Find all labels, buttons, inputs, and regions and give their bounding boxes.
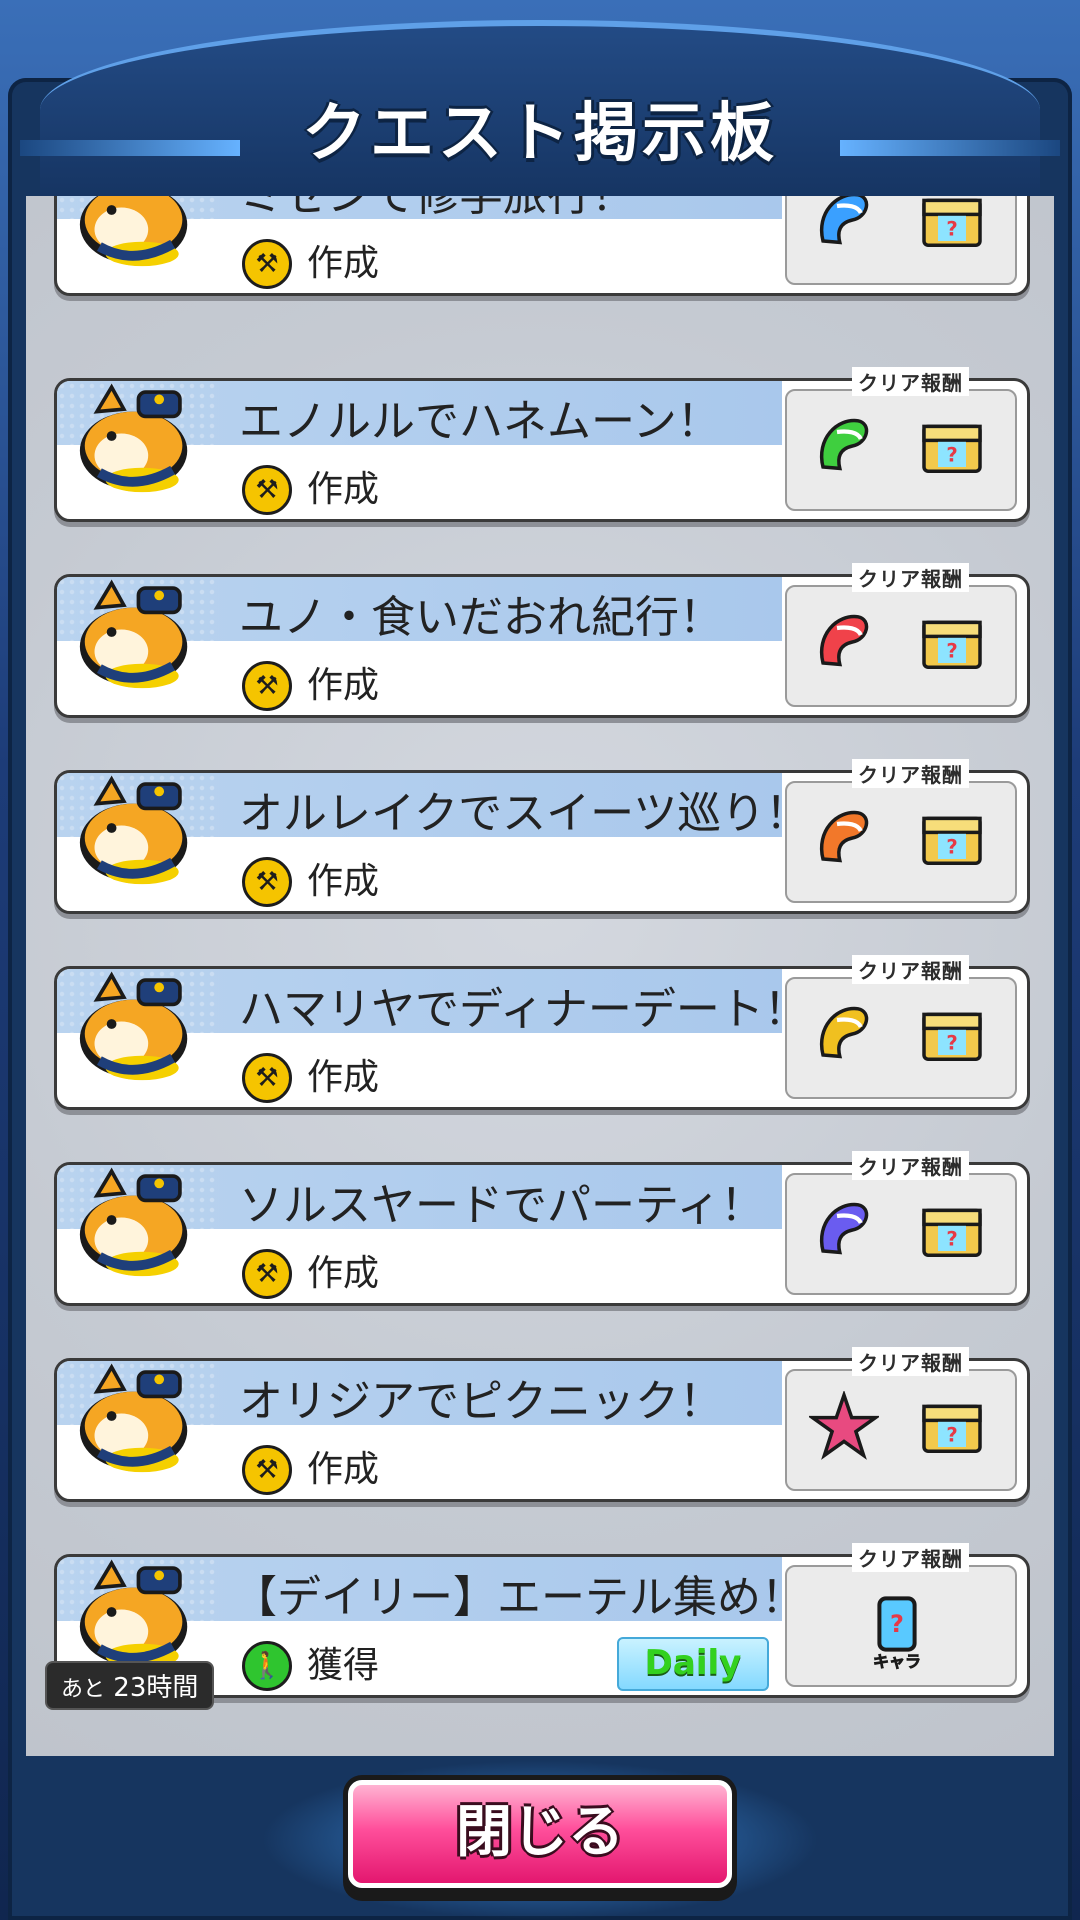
reward-label: クリア報酬 <box>852 1347 969 1376</box>
svg-text:?: ? <box>946 1031 957 1054</box>
feather-icon <box>809 196 879 255</box>
quest-card[interactable]: ソルスヤードでパーティ！ ⚒ 作成 クリア報酬 ? <box>54 1151 1030 1306</box>
timer-value: 23時間 <box>113 1673 199 1703</box>
treasure-box-icon: ? <box>917 411 987 481</box>
quest-list[interactable]: ミゼンで修学旅行！ ⚒ 作成 クリア報酬 ? エノルルでハネムーン！ ⚒ 作成 … <box>26 196 1054 1756</box>
quest-card[interactable]: ミゼンで修学旅行！ ⚒ 作成 クリア報酬 ? <box>54 196 1030 296</box>
quest-type-label: 獲得 <box>307 1645 380 1686</box>
quest-card[interactable]: ハマリヤでディナーデート！ ⚒ 作成 クリア報酬 ? <box>54 955 1030 1110</box>
quest-type-label: 作成 <box>307 469 380 510</box>
person-icon: 🚶 <box>242 1641 292 1691</box>
anvil-icon: ⚒ <box>242 1053 292 1103</box>
quest-card-daily[interactable]: 【デイリー】エーテル集め！ 🚶 獲得 Daily クリア報酬 ? キャラ あと … <box>45 1543 1030 1710</box>
feather-icon <box>809 1195 879 1265</box>
close-button[interactable]: 閉じる <box>348 1780 732 1888</box>
anvil-icon: ⚒ <box>242 1445 292 1495</box>
hamster-avatar-icon <box>75 1351 197 1481</box>
anvil-icon: ⚒ <box>242 857 292 907</box>
reward-label: クリア報酬 <box>852 955 969 984</box>
hamster-avatar-icon <box>75 567 197 697</box>
treasure-box-icon: ? <box>917 196 987 255</box>
quest-card[interactable]: ユノ・食いだおれ紀行！ ⚒ 作成 クリア報酬 ? <box>54 563 1030 718</box>
anvil-icon: ⚒ <box>242 239 292 289</box>
feather-icon <box>809 411 879 481</box>
svg-text:?: ? <box>946 835 957 858</box>
treasure-box-icon: ? <box>917 803 987 873</box>
header: クエスト掲示板 <box>0 0 1080 200</box>
quest-type-label: 作成 <box>307 665 380 706</box>
svg-text:?: ? <box>946 1227 957 1250</box>
quest-title: ハマリヤでディナーデート！ <box>239 984 808 1035</box>
svg-text:?: ? <box>946 1423 957 1446</box>
hamster-avatar-icon <box>75 763 197 893</box>
hamster-avatar-icon <box>75 1155 197 1285</box>
quest-type-label: 作成 <box>307 243 380 284</box>
svg-text:?: ? <box>946 443 957 466</box>
quest-title: オリジアでピクニック！ <box>239 1376 723 1427</box>
quest-title: ソルスヤードでパーティ！ <box>239 1180 765 1231</box>
close-button-wrap: 閉じる <box>348 1780 732 1890</box>
star-icon <box>807 1389 881 1461</box>
quest-type-label: 作成 <box>307 1449 380 1490</box>
feather-icon <box>809 607 879 677</box>
quest-card[interactable]: オルレイクでスイーツ巡り！ ⚒ 作成 クリア報酬 ? <box>54 759 1030 914</box>
svg-text:キャラ: キャラ <box>873 1652 921 1671</box>
hamster-avatar-icon <box>75 959 197 1089</box>
quest-type-label: 作成 <box>307 861 380 902</box>
hamster-avatar-icon <box>75 1547 197 1677</box>
reward-label: クリア報酬 <box>852 759 969 788</box>
svg-text:?: ? <box>890 1610 904 1638</box>
daily-badge: Daily <box>617 1637 769 1691</box>
quest-type-label: 作成 <box>307 1057 380 1098</box>
quest-title: オルレイクでスイーツ巡り！ <box>239 788 810 839</box>
chara-spray-icon: ? キャラ <box>857 1587 937 1677</box>
anvil-icon: ⚒ <box>242 1249 292 1299</box>
feather-icon <box>809 803 879 873</box>
quest-title: ミゼンで修学旅行！ <box>239 196 635 223</box>
time-remaining-badge: あと 23時間 <box>45 1661 215 1710</box>
quest-title: 【デイリー】エーテル集め！ <box>233 1572 805 1623</box>
quest-title: エノルルでハネムーン！ <box>239 396 721 447</box>
anvil-icon: ⚒ <box>242 465 292 515</box>
quest-card[interactable]: オリジアでピクニック！ ⚒ 作成 クリア報酬 ? <box>54 1347 1030 1502</box>
hamster-avatar-icon <box>75 371 197 501</box>
feather-icon <box>809 999 879 1069</box>
svg-text:?: ? <box>946 217 957 240</box>
svg-text:?: ? <box>946 639 957 662</box>
page-title: クエスト掲示板 <box>302 97 778 171</box>
anvil-icon: ⚒ <box>242 661 292 711</box>
reward-label: クリア報酬 <box>852 1543 969 1572</box>
quest-card[interactable]: エノルルでハネムーン！ ⚒ 作成 クリア報酬 ? <box>54 367 1030 522</box>
reward-label: クリア報酬 <box>852 367 969 396</box>
treasure-box-icon: ? <box>917 607 987 677</box>
hamster-avatar-icon <box>75 196 197 275</box>
quest-title: ユノ・食いだおれ紀行！ <box>239 592 723 643</box>
quest-type-label: 作成 <box>307 1253 380 1294</box>
treasure-box-icon: ? <box>917 1391 987 1461</box>
reward-label: クリア報酬 <box>852 1151 969 1180</box>
treasure-box-icon: ? <box>917 999 987 1069</box>
reward-label: クリア報酬 <box>852 563 969 592</box>
treasure-box-icon: ? <box>917 1195 987 1265</box>
timer-prefix: あと <box>61 1677 106 1702</box>
